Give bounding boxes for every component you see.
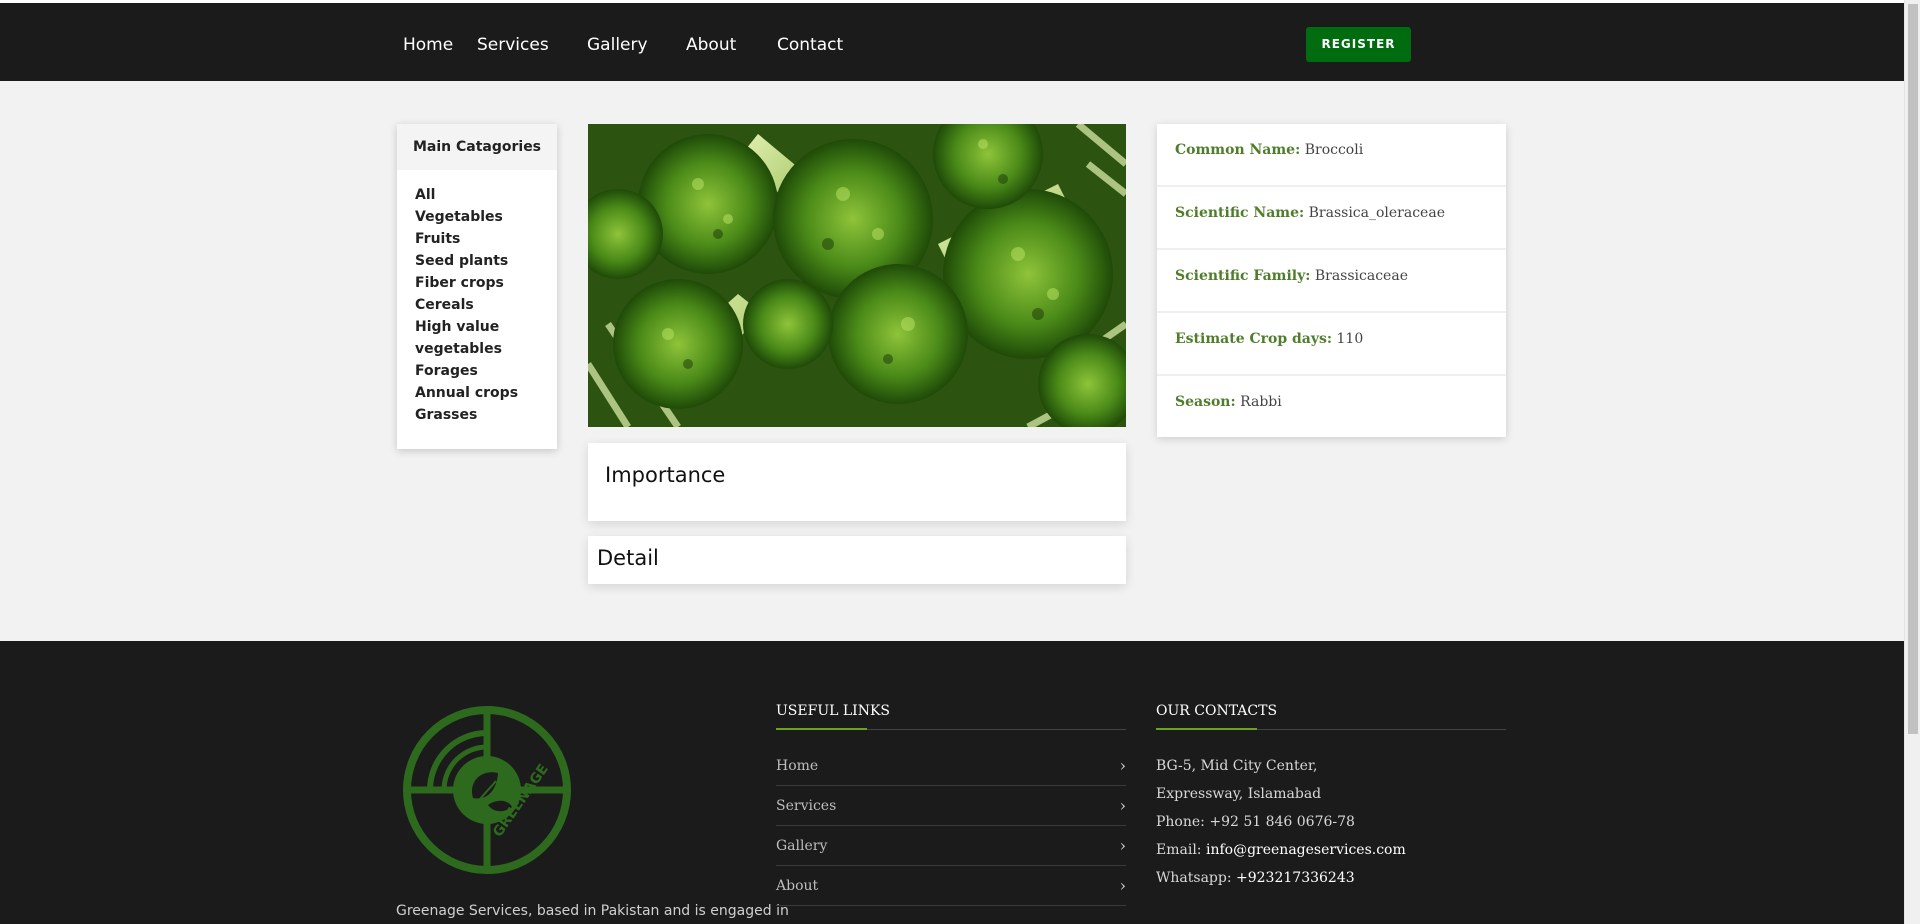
info-value: Brassicaceae	[1314, 268, 1408, 284]
info-row-common-name: Common Name: Broccoli	[1157, 124, 1506, 187]
whatsapp-line: Whatsapp: +923217336243	[1156, 870, 1355, 886]
nav-about[interactable]: About	[686, 35, 736, 55]
info-value: Rabbi	[1240, 394, 1282, 410]
register-button[interactable]: REGISTER	[1306, 27, 1411, 62]
categories-list: All Vegetables Fruits Seed plants Fiber …	[397, 170, 557, 426]
categories-title: Main Catagories	[397, 124, 557, 170]
info-label: Scientific Family:	[1175, 268, 1311, 284]
heading-accent	[1156, 728, 1257, 730]
crop-info-card: Common Name: Broccoli Scientific Name: B…	[1157, 124, 1506, 437]
scrollbar-thumb[interactable]	[1908, 4, 1918, 734]
broccoli-photo-icon	[588, 124, 1126, 427]
footer-description: Greenage Services, based in Pakistan and…	[396, 903, 789, 919]
category-item-seed-plants[interactable]: Seed plants	[415, 250, 557, 272]
address-line-1: BG-5, Mid City Center,	[1156, 758, 1318, 774]
whatsapp-label: Whatsapp:	[1156, 870, 1232, 886]
detail-panel: Detail	[588, 536, 1126, 584]
useful-links-title: USEFUL LINKS	[776, 703, 890, 719]
info-value: 110	[1336, 331, 1364, 347]
footer-link-label: Gallery	[776, 838, 828, 854]
footer-link-label: Services	[776, 798, 837, 814]
importance-title: Importance	[605, 463, 726, 487]
importance-panel: Importance	[588, 443, 1126, 521]
nav-gallery[interactable]: Gallery	[587, 35, 648, 55]
footer-link-services[interactable]: Services ›	[776, 786, 1126, 826]
nav-services[interactable]: Services	[477, 35, 549, 55]
chevron-right-icon: ›	[1119, 756, 1126, 775]
category-item-all[interactable]: All	[415, 184, 557, 206]
broccoli-image	[588, 124, 1126, 427]
email-link[interactable]: info@greenageservices.com	[1206, 842, 1406, 858]
info-row-crop-days: Estimate Crop days: 110	[1157, 313, 1506, 376]
footer-link-gallery[interactable]: Gallery ›	[776, 826, 1126, 866]
nav-home[interactable]: Home	[403, 35, 453, 55]
category-item-fruits[interactable]: Fruits	[415, 228, 557, 250]
chevron-right-icon: ›	[1119, 796, 1126, 815]
info-value: Broccoli	[1304, 142, 1364, 158]
info-value: Brassica_oleraceae	[1308, 205, 1445, 221]
nav-contact[interactable]: Contact	[777, 35, 843, 55]
category-item-annual-crops[interactable]: Annual crops	[415, 382, 557, 404]
info-row-season: Season: Rabbi	[1157, 376, 1506, 439]
site-footer: GREENAGE Greenage Services, based in Pak…	[0, 641, 1904, 924]
heading-accent	[776, 728, 867, 730]
info-label: Estimate Crop days:	[1175, 331, 1333, 347]
info-label: Common Name:	[1175, 142, 1301, 158]
category-item-grasses[interactable]: Grasses	[415, 404, 557, 426]
category-item-vegetables[interactable]: Vegetables	[415, 206, 557, 228]
category-item-high-value[interactable]: High value	[415, 316, 557, 338]
email-label: Email:	[1156, 842, 1202, 858]
category-item-vegetables-2[interactable]: vegetables	[415, 338, 557, 360]
email-line: Email: info@greenageservices.com	[1156, 842, 1406, 858]
info-label: Scientific Name:	[1175, 205, 1305, 221]
category-item-cereals[interactable]: Cereals	[415, 294, 557, 316]
page-scrollbar[interactable]	[1904, 0, 1920, 924]
info-row-scientific-name: Scientific Name: Brassica_oleraceae	[1157, 187, 1506, 250]
chevron-right-icon: ›	[1119, 876, 1126, 895]
address-line-2: Expressway, Islamabad	[1156, 786, 1322, 802]
greenage-logo-icon	[403, 706, 571, 874]
category-item-forages[interactable]: Forages	[415, 360, 557, 382]
top-navbar: Home Services Gallery About Contact REGI…	[0, 3, 1904, 81]
whatsapp-number[interactable]: +923217336243	[1236, 870, 1355, 886]
detail-title: Detail	[597, 546, 659, 570]
info-row-scientific-family: Scientific Family: Brassicaceae	[1157, 250, 1506, 313]
footer-link-label: About	[776, 878, 819, 894]
info-label: Season:	[1175, 394, 1236, 410]
chevron-right-icon: ›	[1119, 836, 1126, 855]
phone-line: Phone: +92 51 846 0676-78	[1156, 814, 1355, 830]
category-item-fiber-crops[interactable]: Fiber crops	[415, 272, 557, 294]
categories-card: Main Catagories All Vegetables Fruits Se…	[397, 124, 557, 449]
footer-link-about[interactable]: About ›	[776, 866, 1126, 906]
contacts-title: OUR CONTACTS	[1156, 703, 1278, 719]
footer-link-label: Home	[776, 758, 819, 774]
footer-link-home[interactable]: Home ›	[776, 746, 1126, 786]
